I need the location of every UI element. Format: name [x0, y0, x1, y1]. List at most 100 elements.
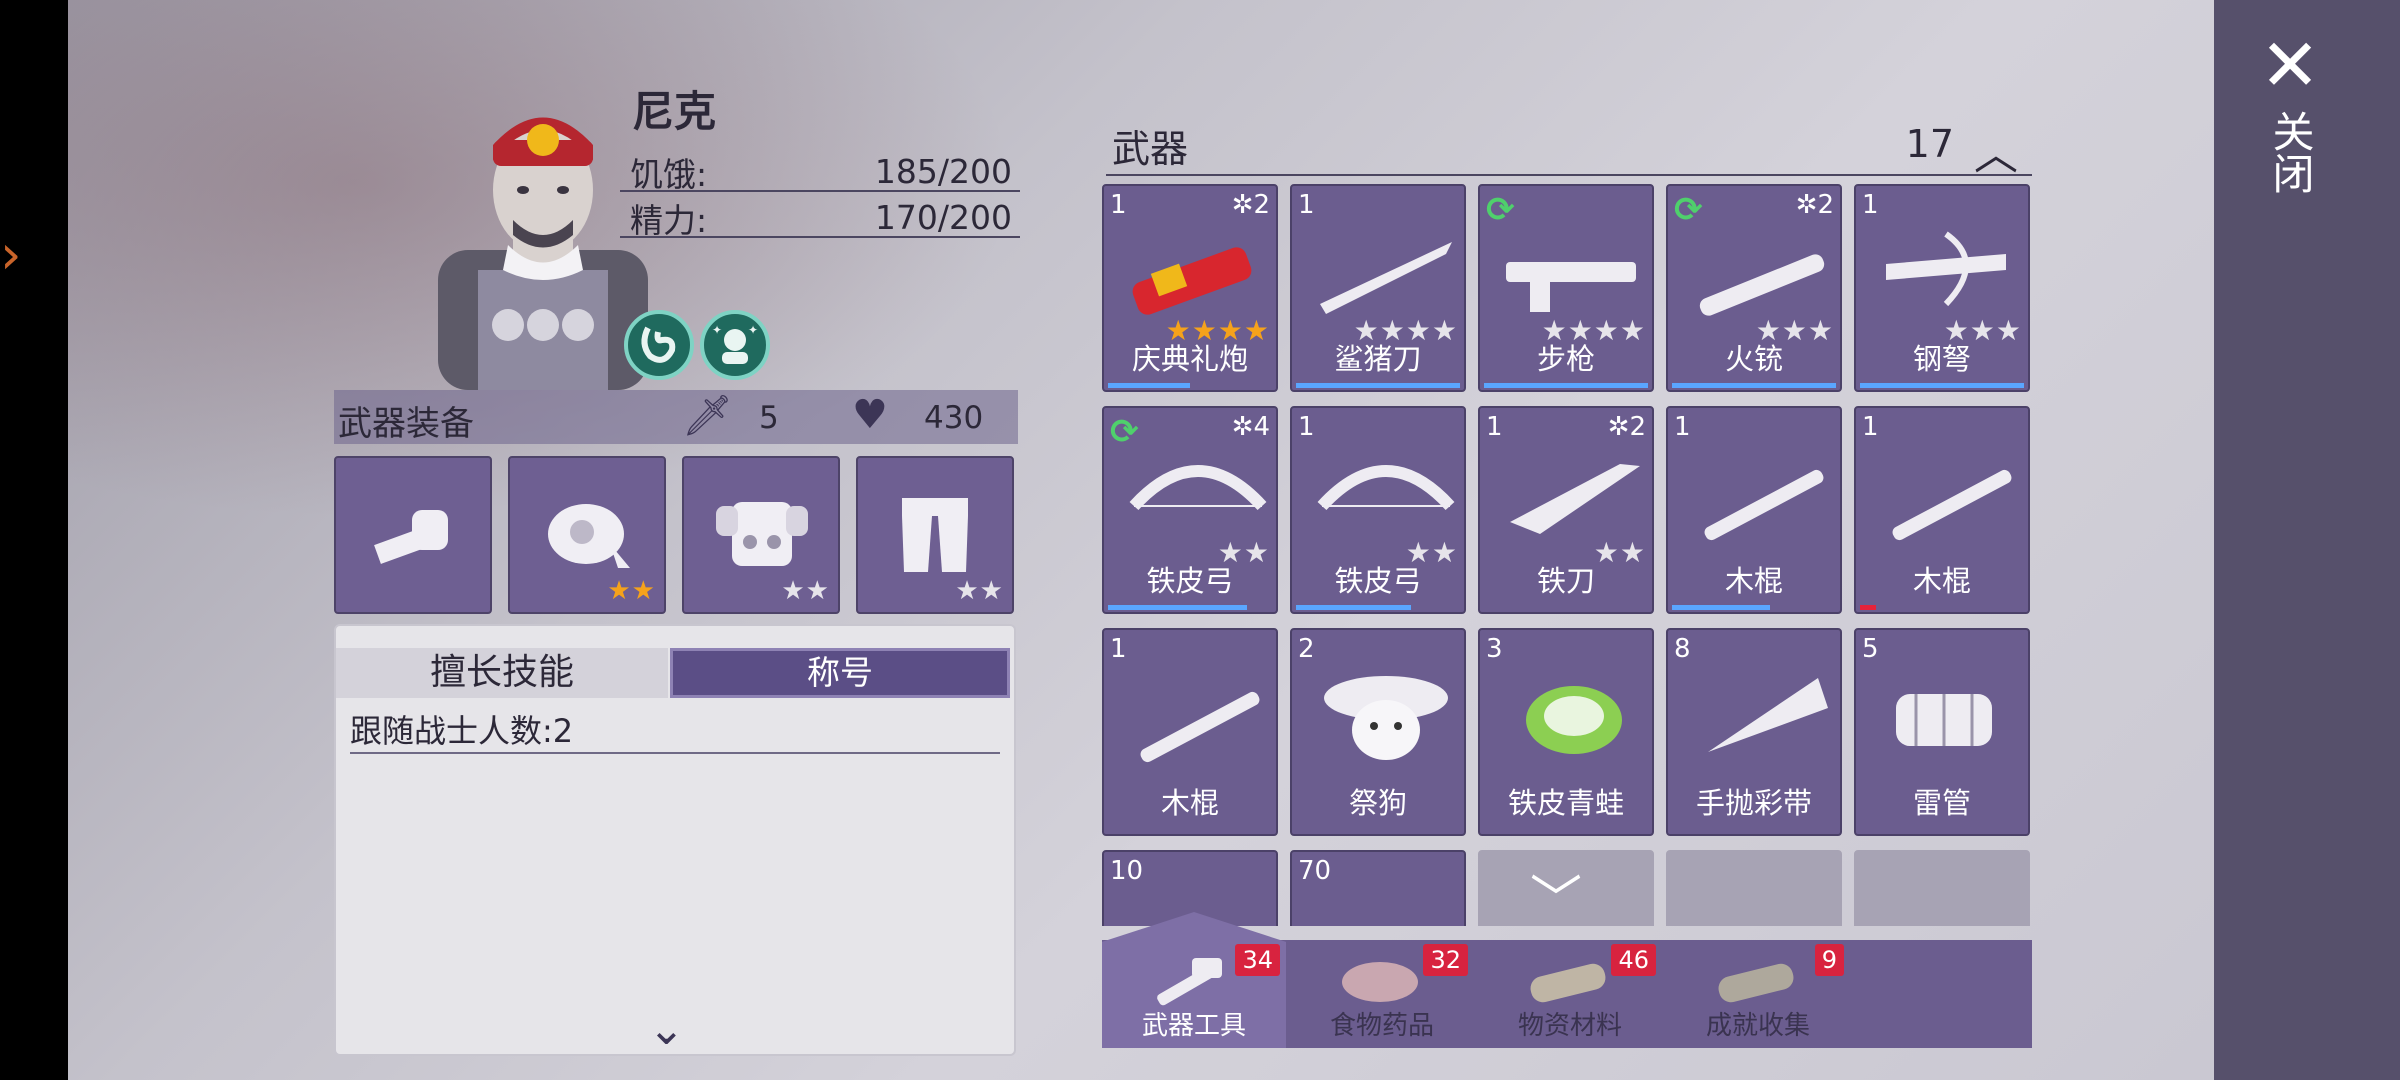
sword-icon: 🗡	[682, 393, 733, 439]
item-name: 木棍	[1724, 564, 1783, 598]
item-level: ✲2	[1231, 190, 1270, 220]
item-quantity: 1	[1298, 412, 1315, 442]
empty-slot	[1854, 850, 2030, 926]
health-value: 430	[924, 400, 984, 436]
sacrifice-dog-icon	[1324, 676, 1448, 760]
chevron-up-icon[interactable]: ︿	[1974, 118, 2018, 182]
item-quantity: 70	[1298, 856, 1332, 886]
durability-bar	[1108, 383, 1190, 388]
tab-category[interactable]: 32 食物药品	[1290, 940, 1474, 1048]
mood-buff-icon[interactable]: ✦ ✦	[700, 310, 770, 380]
equipment-title: 武器装备	[338, 404, 474, 444]
equip-slot-body[interactable]: ★★	[682, 456, 840, 614]
wood-log-icon	[1530, 963, 1606, 1003]
item-name: 祭狗	[1348, 786, 1407, 820]
item-name: 钢弩	[1912, 342, 1971, 376]
tab-titles[interactable]: 称号	[670, 648, 1010, 698]
item-quantity: 1	[1862, 190, 1879, 220]
item-quantity: 8	[1674, 634, 1691, 664]
equip-slot-weapon[interactable]	[334, 456, 492, 614]
energy-label: 精力:	[630, 201, 708, 240]
fist-icon	[374, 510, 448, 564]
item-name: 铁皮弓	[1146, 564, 1234, 598]
back-arrow-icon[interactable]: ›	[0, 225, 40, 285]
equip-slot-legs[interactable]: ★★	[856, 456, 1014, 614]
weapon-slot[interactable]: 8 手抛彩带	[1666, 628, 1842, 836]
attack-value: 5	[759, 400, 779, 436]
hunger-stat: 饥饿: 185/200	[620, 146, 1020, 194]
item-icon	[1312, 890, 1460, 926]
durability-bar	[1108, 605, 1247, 610]
weapon-slot[interactable]: 1 ✲2 ★★★★ 庆典礼炮	[1102, 184, 1278, 392]
scroll-down-button[interactable]: ﹀	[1478, 850, 1654, 926]
game-background: 尼克 饥饿: 185/200 精力: 170/200 ✦ ✦ 武器装备 🗡 5 ♥…	[68, 0, 2214, 1080]
durability-bar	[1860, 605, 1876, 610]
item-quantity: 1	[1298, 190, 1315, 220]
count-badge: 46	[1611, 944, 1656, 976]
item-quantity: 1	[1862, 412, 1879, 442]
durability-bar	[1860, 383, 2024, 388]
item-level: ✲2	[1795, 190, 1834, 220]
svg-text:✦: ✦	[748, 323, 758, 337]
tab-label: 成就收集	[1705, 1011, 1810, 1041]
weapon-slot[interactable]: ⟳ ★★★★ 步枪	[1478, 184, 1654, 392]
empty-slot	[1666, 850, 1842, 926]
weapon-slot[interactable]: 1 ✲2 ★★ 铁刀	[1478, 406, 1654, 614]
chevron-down-icon: ﹀	[1530, 871, 1583, 926]
close-button[interactable]: ✕ 关闭	[2255, 23, 2325, 220]
hunger-value: 185/200	[874, 152, 1012, 191]
equipment-header: 武器装备 🗡 5 ♥ 430	[334, 390, 1018, 444]
tab-label: 武器工具	[1141, 1011, 1246, 1041]
weapon-slot[interactable]: 1 ★★★★ 鲨猪刀	[1290, 184, 1466, 392]
tab-category[interactable]: 46 物资材料	[1478, 940, 1662, 1048]
weapon-slot[interactable]: 1 木棍	[1102, 628, 1278, 836]
weapon-slot[interactable]: 3 铁皮青蛙	[1478, 628, 1654, 836]
chevron-down-icon[interactable]: ⌄	[648, 1004, 685, 1055]
tab-skills[interactable]: 擅长技能	[336, 648, 668, 698]
durability-bar	[1672, 605, 1770, 610]
tab-category[interactable]: 34 武器工具	[1102, 912, 1286, 1048]
stomach-buff-icon[interactable]	[624, 310, 694, 380]
item-name: 铁皮青蛙	[1507, 786, 1624, 820]
weapon-slot[interactable]: ⟳ ✲4 ★★ 铁皮弓	[1102, 406, 1278, 614]
weapon-grid: 1 ✲2 ★★★★ 庆典礼炮 1 ★★★★ 鲨猪刀 ⟳ ★★★★ 步枪 ⟳ ✲2 ★★★ 火铳 1 ★★★ 钢弩…	[1102, 184, 2032, 926]
hunger-label: 饥饿:	[630, 155, 708, 194]
follower-count: 跟随战士人数:2	[350, 706, 1000, 754]
firework-cannon-icon	[1132, 247, 1252, 315]
item-quantity: 3	[1486, 634, 1503, 664]
iron-bow-icon	[1317, 465, 1455, 511]
item-quantity: 10	[1110, 856, 1144, 886]
weapon-slot[interactable]: 1 ★★★ 钢弩	[1854, 184, 2030, 392]
durability-bar	[1296, 383, 1460, 388]
weapon-slot[interactable]: 1 木棍	[1666, 406, 1842, 614]
tab-category[interactable]: 9 成就收集	[1666, 940, 1850, 1048]
item-quantity: 1	[1110, 190, 1127, 220]
weapon-slot[interactable]: 1 木棍	[1854, 406, 2030, 614]
item-quantity: 1	[1486, 412, 1503, 442]
tab-label: 物资材料	[1517, 1011, 1622, 1041]
close-icon: ✕	[2259, 23, 2321, 107]
item-name: 雷管	[1912, 786, 1971, 820]
rifle-icon	[1506, 262, 1636, 312]
weapon-slot[interactable]: 5 雷管	[1854, 628, 2030, 836]
item-level: ✲4	[1231, 412, 1270, 442]
weapon-slot[interactable]: 2 祭狗	[1290, 628, 1466, 836]
item-name: 铁刀	[1536, 564, 1595, 598]
wooden-stick-icon	[1140, 691, 1260, 763]
item-level: ✲2	[1607, 412, 1646, 442]
item-quantity: 1	[1110, 634, 1127, 664]
energy-value: 170/200	[874, 198, 1012, 237]
count-badge: 32	[1423, 944, 1468, 976]
trophy-icon	[1718, 963, 1794, 1003]
weapon-slot[interactable]: 70	[1290, 850, 1466, 926]
tin-frog-icon	[1526, 686, 1622, 754]
pants-icon	[902, 498, 968, 572]
tab-label: 食物药品	[1329, 1011, 1434, 1041]
item-name: 步枪	[1536, 342, 1595, 376]
meat-icon	[1342, 962, 1418, 1002]
weapon-slot[interactable]: 1 ★★ 铁皮弓	[1290, 406, 1466, 614]
weapons-header: 武器 17 ︿	[1106, 118, 2032, 180]
weapon-slot[interactable]: ⟳ ✲2 ★★★ 火铳	[1666, 184, 1842, 392]
equip-slot-head[interactable]: ★★	[508, 456, 666, 614]
wooden-stick-icon	[1704, 469, 1824, 541]
